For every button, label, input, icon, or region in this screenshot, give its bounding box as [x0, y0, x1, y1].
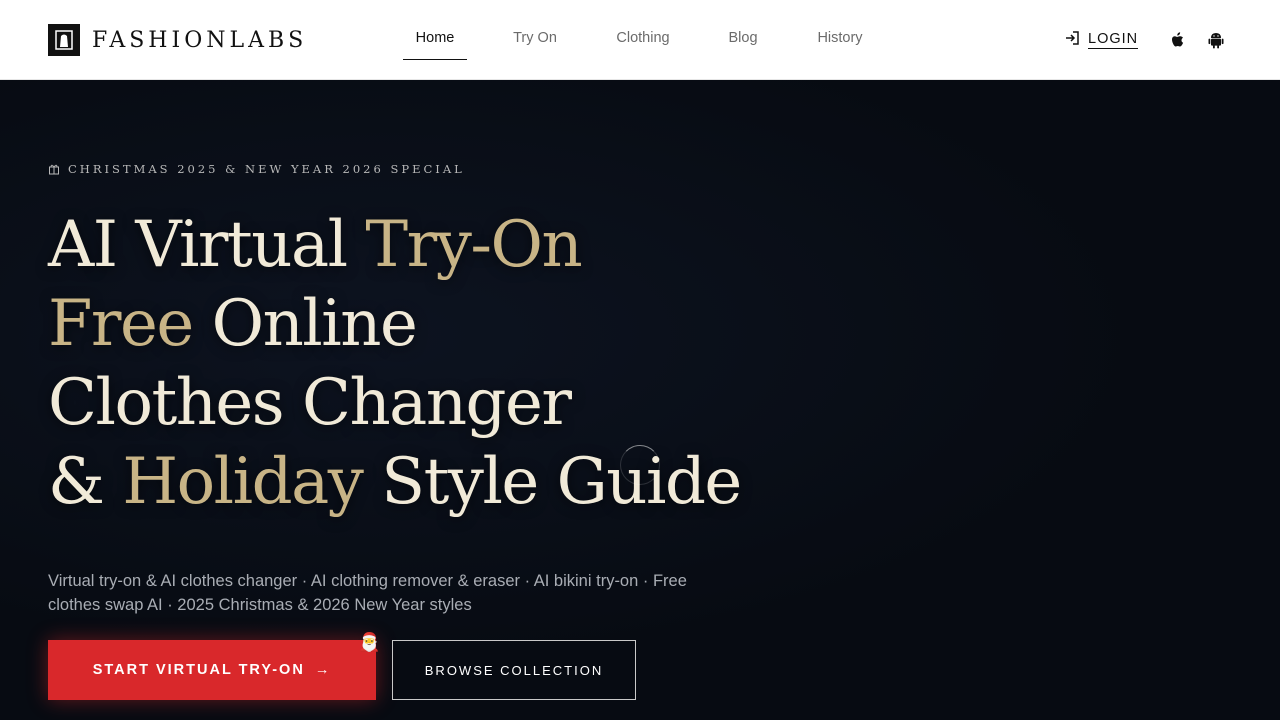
android-icon[interactable] — [1206, 30, 1226, 50]
login-label: LOGIN — [1088, 31, 1139, 49]
start-virtual-try-on-button[interactable]: START VIRTUAL TRY-ON → — [48, 640, 376, 700]
eyebrow-text: CHRISTMAS 2025 & NEW YEAR 2026 SPECIAL — [68, 162, 465, 176]
hero-subtitle: Virtual try-on & AI clothes changer · AI… — [48, 571, 687, 614]
promo-eyebrow: CHRISTMAS 2025 & NEW YEAR 2026 SPECIAL — [48, 162, 465, 176]
headline-accent: Free — [48, 287, 194, 361]
santa-icon: 🎅 — [358, 632, 381, 653]
login-button[interactable]: LOGIN — [1064, 30, 1139, 50]
headline-line-1: AI Virtual Try-On — [48, 206, 741, 285]
nav-history[interactable]: History — [812, 28, 868, 60]
gift-icon — [48, 163, 60, 175]
start-try-on-label: START VIRTUAL TRY-ON — [92, 662, 305, 678]
headline-accent: Holiday — [122, 445, 364, 519]
headline-text: & — [48, 445, 123, 519]
nav-home[interactable]: Home — [403, 28, 467, 60]
browse-collection-button[interactable]: BROWSE COLLECTION — [392, 640, 636, 700]
headline-line-3: Clothes Changer — [48, 366, 572, 440]
logo-icon[interactable] — [48, 24, 80, 56]
headline-text: AI Virtual — [48, 208, 366, 282]
headline-accent: Try-On — [365, 208, 582, 282]
apple-icon[interactable] — [1168, 30, 1188, 50]
top-header: FASHIONLABS Home Try On Clothing Blog Hi… — [0, 0, 1280, 80]
headline-text: Style Guide — [362, 445, 742, 519]
headline-text: Online — [192, 287, 418, 361]
hero-section: CHRISTMAS 2025 & NEW YEAR 2026 SPECIAL A… — [0, 80, 1280, 720]
headline-line-2: Free Online — [48, 285, 741, 364]
nav-try-on[interactable]: Try On — [509, 28, 561, 60]
arrow-right-icon: → — [314, 662, 332, 678]
loading-spinner — [620, 445, 660, 485]
nav-blog[interactable]: Blog — [725, 28, 761, 60]
logo-wordmark[interactable]: FASHIONLABS — [92, 27, 307, 55]
login-icon — [1064, 30, 1080, 50]
nav-clothing[interactable]: Clothing — [612, 28, 674, 60]
